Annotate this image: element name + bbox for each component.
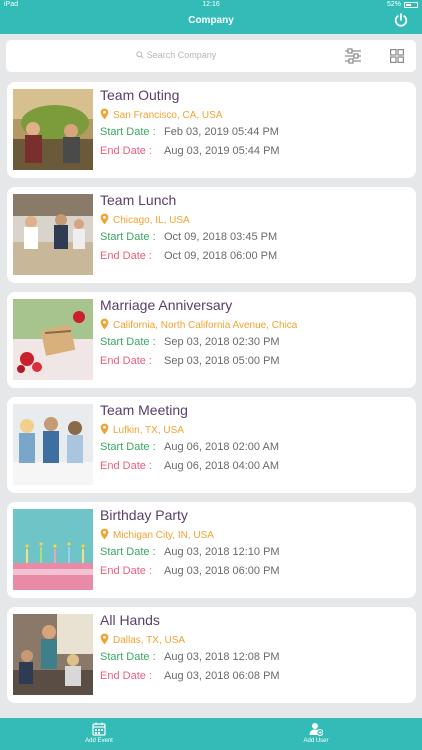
event-photo: [13, 509, 93, 590]
event-photo: [13, 614, 93, 695]
location-text: Dallas, TX, USA: [113, 635, 186, 646]
location-text: San Francisco, CA, USA: [113, 110, 223, 121]
end-date-label: End Date :: [100, 460, 152, 472]
start-date-value: Oct 09, 2018 03:45 PM: [164, 231, 278, 243]
location-pin-icon: [100, 528, 109, 540]
add-user-label: Add User: [303, 738, 329, 744]
start-date-label: Start Date :: [100, 126, 156, 138]
end-date-label: End Date :: [100, 355, 152, 367]
search-placeholder: Search Company: [146, 50, 217, 60]
start-date-row: Start Date : Aug 03, 2018 12:10 PM: [100, 546, 280, 558]
start-date-row: Start Date : Sep 03, 2018 02:30 PM: [100, 336, 280, 348]
start-date-row: Start Date : Feb 03, 2019 05:44 PM: [100, 126, 279, 138]
end-date-value: Aug 03, 2018 06:08 PM: [164, 670, 280, 682]
start-date-value: Sep 03, 2018 02:30 PM: [164, 336, 280, 348]
location-text: Lufkin, TX, USA: [113, 425, 184, 436]
end-date-label: End Date :: [100, 670, 152, 682]
location-text: California, North California Avenue, Chi…: [113, 320, 298, 331]
event-photo: [13, 194, 93, 275]
event-card[interactable]: Team Outing San Francisco, CA, USA Start…: [7, 82, 416, 178]
end-date-row: End Date : Aug 06, 2018 04:00 AM: [100, 460, 279, 472]
filter-icon[interactable]: [344, 48, 362, 64]
event-location: Lufkin, TX, USA: [100, 423, 340, 436]
event-title: Birthday Party: [100, 507, 188, 523]
event-card[interactable]: Team Meeting Lufkin, TX, USA Start Date …: [7, 397, 416, 493]
end-date-value: Aug 03, 2019 05:44 PM: [164, 145, 280, 157]
status-bar: iPad 12:16 52%: [0, 0, 422, 11]
event-title: Team Meeting: [100, 402, 188, 418]
end-date-value: Sep 03, 2018 05:00 PM: [164, 355, 280, 367]
event-location: San Francisco, CA, USA: [100, 108, 340, 121]
start-date-value: Aug 03, 2018 12:10 PM: [164, 546, 280, 558]
start-date-row: Start Date : Aug 03, 2018 12:08 PM: [100, 651, 280, 663]
start-date-label: Start Date :: [100, 546, 156, 558]
location-pin-icon: [100, 108, 109, 120]
location-pin-icon: [100, 213, 109, 225]
calendar-icon: [92, 722, 106, 736]
end-date-label: End Date :: [100, 145, 152, 157]
add-user-tab[interactable]: Add User: [271, 722, 361, 744]
event-title: Marriage Anniversary: [100, 297, 233, 313]
search-input[interactable]: Search Company: [6, 50, 346, 60]
location-text: Michigan City, IN, USA: [113, 530, 214, 541]
end-date-value: Oct 09, 2018 06:00 PM: [164, 250, 278, 262]
battery-icon: [404, 1, 418, 8]
start-date-label: Start Date :: [100, 441, 156, 453]
add-user-icon: [309, 723, 323, 736]
event-card[interactable]: Team Lunch Chicago, IL, USA Start Date :…: [7, 187, 416, 283]
battery-percent: 52%: [386, 1, 401, 8]
end-date-row: End Date : Aug 03, 2019 05:44 PM: [100, 145, 280, 157]
event-card[interactable]: Birthday Party Michigan City, IN, USA St…: [7, 502, 416, 598]
event-photo: [13, 299, 93, 380]
event-location: Chicago, IL, USA: [100, 213, 340, 226]
event-card[interactable]: Marriage Anniversary California, North C…: [7, 292, 416, 388]
page-title: Company: [188, 15, 234, 26]
event-title: All Hands: [100, 612, 160, 628]
end-date-row: End Date : Oct 09, 2018 06:00 PM: [100, 250, 277, 262]
search-icon: [136, 51, 144, 59]
start-date-row: Start Date : Oct 09, 2018 03:45 PM: [100, 231, 277, 243]
event-location: Michigan City, IN, USA: [100, 528, 340, 541]
start-date-label: Start Date :: [100, 336, 156, 348]
battery-indicator: 52%: [387, 1, 418, 8]
end-date-row: End Date : Sep 03, 2018 05:00 PM: [100, 355, 280, 367]
end-date-value: Aug 06, 2018 04:00 AM: [164, 460, 279, 472]
end-date-label: End Date :: [100, 250, 152, 262]
grid-icon[interactable]: [390, 49, 404, 63]
event-location: Dallas, TX, USA: [100, 633, 340, 646]
location-pin-icon: [100, 318, 109, 330]
location-text: Chicago, IL, USA: [113, 215, 190, 226]
start-date-value: Aug 06, 2018 02:00 AM: [164, 441, 279, 453]
start-date-value: Aug 03, 2018 12:08 PM: [164, 651, 280, 663]
event-photo: [13, 404, 93, 485]
location-pin-icon: [100, 633, 109, 645]
power-icon[interactable]: [393, 12, 409, 28]
start-date-value: Feb 03, 2019 05:44 PM: [164, 126, 279, 138]
add-event-label: Add Event: [85, 738, 113, 744]
event-title: Team Outing: [100, 87, 180, 103]
bottom-tab-bar: Add Event Add User: [0, 718, 422, 750]
event-title: Team Lunch: [100, 192, 177, 208]
app-header: iPad 12:16 52% Company: [0, 0, 422, 34]
event-location: California, North California Avenue, Chi…: [100, 318, 340, 331]
start-date-row: Start Date : Aug 06, 2018 02:00 AM: [100, 441, 279, 453]
add-event-tab[interactable]: Add Event: [54, 722, 144, 744]
end-date-row: End Date : Aug 03, 2018 06:08 PM: [100, 670, 280, 682]
event-card[interactable]: All Hands Dallas, TX, USA Start Date : A…: [7, 607, 416, 703]
end-date-label: End Date :: [100, 565, 152, 577]
end-date-value: Aug 03, 2018 06:00 PM: [164, 565, 280, 577]
event-photo: [13, 89, 93, 170]
start-date-label: Start Date :: [100, 651, 156, 663]
status-time: 12:16: [202, 1, 220, 8]
search-bar[interactable]: Search Company: [6, 40, 416, 72]
start-date-label: Start Date :: [100, 231, 156, 243]
end-date-row: End Date : Aug 03, 2018 06:00 PM: [100, 565, 280, 577]
location-pin-icon: [100, 423, 109, 435]
